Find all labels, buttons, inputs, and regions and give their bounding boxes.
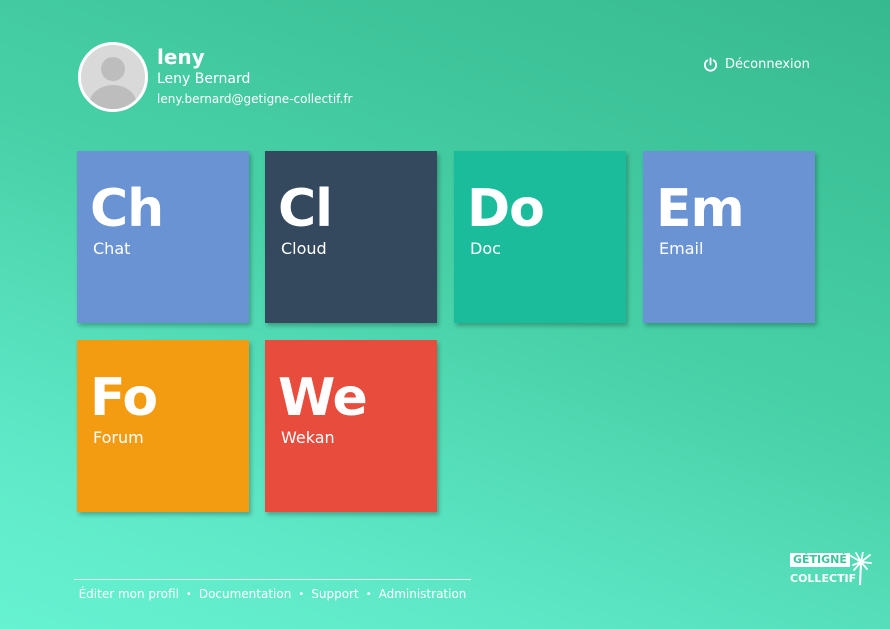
app-tile-chat[interactable]: Ch Chat [77,151,249,323]
avatar-shoulders [89,85,137,109]
avatar-head [101,57,125,81]
user-fullname: Leny Bernard [157,71,251,87]
app-label: Forum [93,428,144,447]
app-abbr: Do [467,179,545,239]
separator-dot: • [185,588,192,600]
footer-nav: Éditer mon profil • Documentation • Supp… [74,579,471,601]
separator-dot: • [365,588,372,600]
user-details: leny Leny Bernard leny.bernard@getigne-c… [157,45,352,109]
app-label: Cloud [281,239,327,258]
app-label: Wekan [281,428,335,447]
logout-label: Déconnexion [725,57,810,72]
power-icon [703,57,718,72]
avatar [78,42,148,112]
app-tile-doc[interactable]: Do Doc [454,151,626,323]
app-tile-wekan[interactable]: We Wekan [265,340,437,512]
app-abbr: Cl [278,179,333,239]
separator-dot: • [298,588,305,600]
edit-profile-link[interactable]: Éditer mon profil [79,587,179,601]
brand-line1: GÉTIGNÉ [790,553,850,567]
documentation-link[interactable]: Documentation [199,587,292,601]
support-link[interactable]: Support [311,587,358,601]
app-abbr: Ch [90,179,164,239]
username: leny [157,45,205,69]
app-tile-forum[interactable]: Fo Forum [77,340,249,512]
app-tile-email[interactable]: Em Email [643,151,815,323]
app-label: Chat [93,239,131,258]
app-abbr: We [278,368,368,428]
logout-button[interactable]: Déconnexion [703,57,810,72]
palm-tree-icon [850,552,872,586]
app-abbr: Em [656,179,745,239]
app-label: Email [659,239,704,258]
app-tile-cloud[interactable]: Cl Cloud [265,151,437,323]
brand-line2: COLLECTIF [790,572,857,585]
administration-link[interactable]: Administration [379,587,467,601]
user-info: leny Leny Bernard leny.bernard@getigne-c… [78,42,352,112]
app-label: Doc [470,239,501,258]
brand-logo: GÉTIGNÉ COLLECTIF [789,552,873,588]
user-email: leny.bernard@getigne-collectif.fr [157,92,353,106]
app-abbr: Fo [90,368,158,428]
